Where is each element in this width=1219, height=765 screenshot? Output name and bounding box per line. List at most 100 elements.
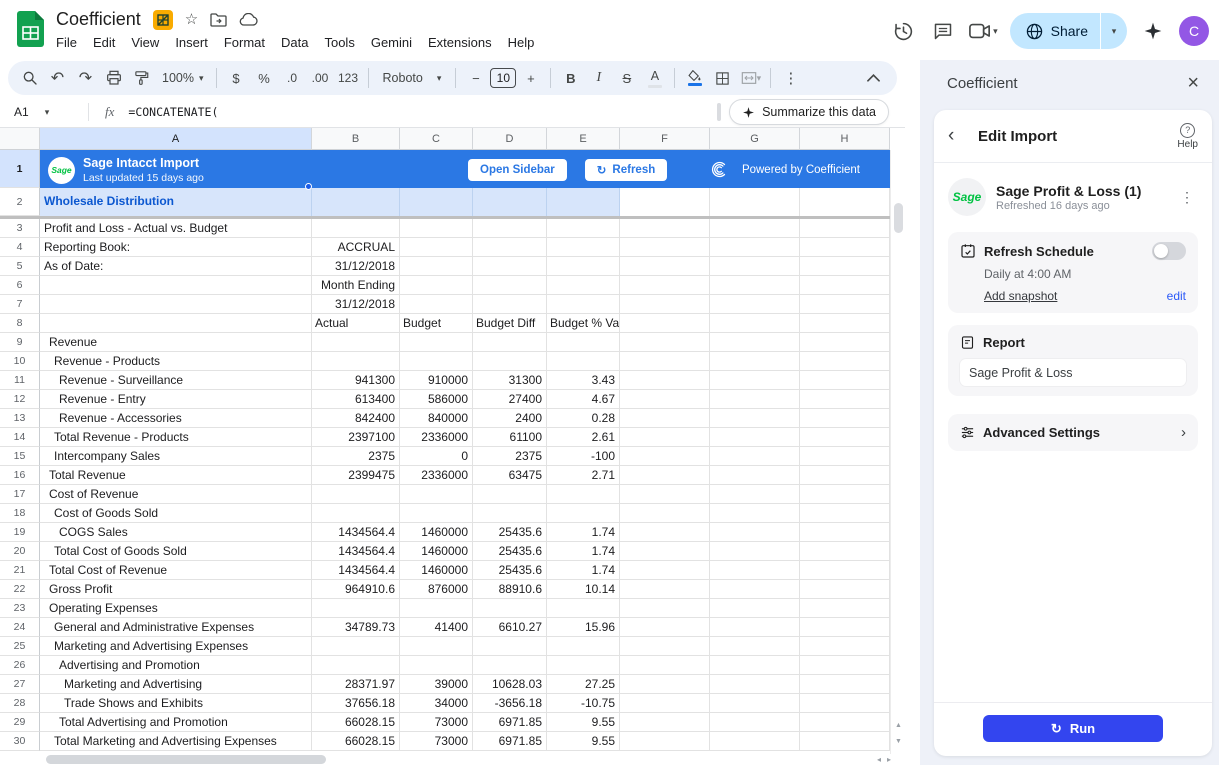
document-title[interactable]: Coefficient bbox=[56, 9, 141, 30]
cell-G19[interactable] bbox=[710, 523, 800, 542]
cell-A20[interactable]: Total Cost of Goods Sold bbox=[40, 542, 312, 561]
cell-G7[interactable] bbox=[710, 295, 800, 314]
cell-G13[interactable] bbox=[710, 409, 800, 428]
row-header-13[interactable]: 13 bbox=[0, 409, 40, 428]
import-menu-icon[interactable]: ⋮ bbox=[1176, 185, 1198, 210]
cell-H20[interactable] bbox=[800, 542, 890, 561]
cell-E10[interactable] bbox=[547, 352, 620, 371]
cell-B23[interactable] bbox=[312, 599, 400, 618]
cell-C25[interactable] bbox=[400, 637, 473, 656]
cell-A5[interactable]: As of Date: bbox=[40, 257, 312, 276]
cell-C20[interactable]: 1460000 bbox=[400, 542, 473, 561]
cell-B27[interactable]: 28371.97 bbox=[312, 675, 400, 694]
cell-D25[interactable] bbox=[473, 637, 547, 656]
cell-D26[interactable] bbox=[473, 656, 547, 675]
cell-C30[interactable]: 73000 bbox=[400, 732, 473, 751]
cell-B25[interactable] bbox=[312, 637, 400, 656]
row-header-17[interactable]: 17 bbox=[0, 485, 40, 504]
cell-G30[interactable] bbox=[710, 732, 800, 751]
meet-dropdown-icon[interactable]: ▾ bbox=[993, 26, 998, 37]
column-header-E[interactable]: E bbox=[547, 128, 620, 150]
cell-H18[interactable] bbox=[800, 504, 890, 523]
cell-B20[interactable]: 1434564.4 bbox=[312, 542, 400, 561]
user-avatar[interactable]: C bbox=[1179, 16, 1209, 46]
cell-H16[interactable] bbox=[800, 466, 890, 485]
cell-C24[interactable]: 41400 bbox=[400, 618, 473, 637]
cell-D17[interactable] bbox=[473, 485, 547, 504]
row-header-23[interactable]: 23 bbox=[0, 599, 40, 618]
cell-G20[interactable] bbox=[710, 542, 800, 561]
cell-B4[interactable]: ACCRUAL bbox=[312, 238, 400, 257]
cell-E2[interactable] bbox=[547, 188, 620, 216]
cell-G17[interactable] bbox=[710, 485, 800, 504]
cell-F23[interactable] bbox=[620, 599, 710, 618]
row-header-22[interactable]: 22 bbox=[0, 580, 40, 599]
cell-A29[interactable]: Total Advertising and Promotion bbox=[40, 713, 312, 732]
row-header-9[interactable]: 9 bbox=[0, 333, 40, 352]
undo-icon[interactable]: ↶ bbox=[44, 65, 71, 91]
cell-G4[interactable] bbox=[710, 238, 800, 257]
cell-A6[interactable] bbox=[40, 276, 312, 295]
cell-F17[interactable] bbox=[620, 485, 710, 504]
share-button[interactable]: Share ▾ bbox=[1010, 13, 1127, 49]
cell-H27[interactable] bbox=[800, 675, 890, 694]
cell-G3[interactable] bbox=[710, 219, 800, 238]
menu-view[interactable]: View bbox=[123, 31, 167, 54]
move-folder-icon[interactable] bbox=[210, 13, 227, 27]
row-header-8[interactable]: 8 bbox=[0, 314, 40, 333]
cell-B26[interactable] bbox=[312, 656, 400, 675]
column-header-G[interactable]: G bbox=[710, 128, 800, 150]
formula-bar-handle[interactable] bbox=[717, 103, 721, 121]
cell-E12[interactable]: 4.67 bbox=[547, 390, 620, 409]
cell-H25[interactable] bbox=[800, 637, 890, 656]
cell-E4[interactable] bbox=[547, 238, 620, 257]
cell-B15[interactable]: 2375 bbox=[312, 447, 400, 466]
fill-color-button[interactable] bbox=[681, 65, 708, 91]
cell-E14[interactable]: 2.61 bbox=[547, 428, 620, 447]
cell-G24[interactable] bbox=[710, 618, 800, 637]
cell-G5[interactable] bbox=[710, 257, 800, 276]
cell-E7[interactable] bbox=[547, 295, 620, 314]
cell-A12[interactable]: Revenue - Entry bbox=[40, 390, 312, 409]
cell-F16[interactable] bbox=[620, 466, 710, 485]
cell-C6[interactable] bbox=[400, 276, 473, 295]
column-header-H[interactable]: H bbox=[800, 128, 890, 150]
horizontal-scrollbar-thumb[interactable] bbox=[46, 755, 326, 764]
cell-F12[interactable] bbox=[620, 390, 710, 409]
cell-B11[interactable]: 941300 bbox=[312, 371, 400, 390]
cell-H21[interactable] bbox=[800, 561, 890, 580]
cell-F24[interactable] bbox=[620, 618, 710, 637]
cell-D16[interactable]: 63475 bbox=[473, 466, 547, 485]
row-header-30[interactable]: 30 bbox=[0, 732, 40, 751]
cell-E29[interactable]: 9.55 bbox=[547, 713, 620, 732]
cell-A21[interactable]: Total Cost of Revenue bbox=[40, 561, 312, 580]
cell-F19[interactable] bbox=[620, 523, 710, 542]
font-size-input[interactable]: 10 bbox=[490, 68, 516, 88]
cell-A3[interactable]: Profit and Loss - Actual vs. Budget bbox=[40, 219, 312, 238]
print-icon[interactable] bbox=[100, 65, 127, 91]
cell-A2[interactable]: Wholesale Distribution bbox=[40, 188, 312, 216]
cell-F30[interactable] bbox=[620, 732, 710, 751]
cell-D3[interactable] bbox=[473, 219, 547, 238]
vertical-scrollbar-thumb[interactable] bbox=[894, 203, 903, 233]
refresh-schedule-toggle[interactable] bbox=[1152, 242, 1186, 260]
cell-G8[interactable] bbox=[710, 314, 800, 333]
cell-G2[interactable] bbox=[710, 188, 800, 216]
cell-B17[interactable] bbox=[312, 485, 400, 504]
advanced-settings-card[interactable]: Advanced Settings › bbox=[948, 414, 1198, 451]
cell-E22[interactable]: 10.14 bbox=[547, 580, 620, 599]
cell-H5[interactable] bbox=[800, 257, 890, 276]
cell-H11[interactable] bbox=[800, 371, 890, 390]
row-header-24[interactable]: 24 bbox=[0, 618, 40, 637]
cell-F8[interactable] bbox=[620, 314, 710, 333]
cell-B3[interactable] bbox=[312, 219, 400, 238]
cell-F11[interactable] bbox=[620, 371, 710, 390]
cell-B2[interactable] bbox=[312, 188, 400, 216]
cell-F5[interactable] bbox=[620, 257, 710, 276]
cell-C2[interactable] bbox=[400, 188, 473, 216]
decrease-font-size-button[interactable]: − bbox=[462, 65, 489, 91]
scroll-up-icon[interactable]: ▲ bbox=[891, 722, 906, 729]
cell-B30[interactable]: 66028.15 bbox=[312, 732, 400, 751]
cell-C23[interactable] bbox=[400, 599, 473, 618]
cell-H28[interactable] bbox=[800, 694, 890, 713]
